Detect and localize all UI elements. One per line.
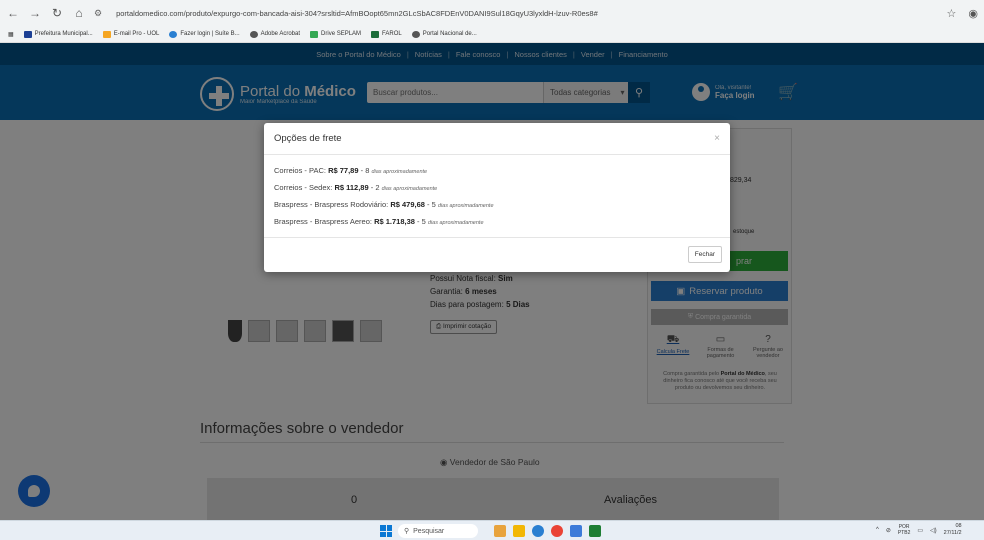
bookmark-favicon-icon — [371, 30, 380, 38]
taskbar-apps — [494, 525, 601, 537]
reload-icon[interactable]: ↻ — [50, 6, 64, 20]
shipping-option: Correios - Sedex: R$ 112,89 - 2 dias apr… — [274, 183, 438, 192]
os-taskbar: ⚲ Pesquisar ^ ⊘ POR PTB2 ▭ ◁) 08 27/11/2 — [0, 520, 984, 540]
network-icon[interactable]: ⊘ — [886, 527, 891, 534]
edge-icon[interactable] — [532, 525, 544, 537]
shipping-option: Correios - PAC: R$ 77,89 - 8 dias aproxi… — [274, 166, 428, 175]
bookmark-favicon-icon — [102, 30, 111, 38]
site-info-icon[interactable]: ⚙ — [94, 8, 102, 19]
bookmark-favicon-icon — [310, 30, 319, 38]
taskbar-search[interactable]: ⚲ Pesquisar — [398, 524, 478, 538]
clock[interactable]: 08 27/11/2 — [944, 523, 962, 537]
display-icon[interactable]: ▭ — [917, 527, 923, 534]
bookmark-favicon-icon — [411, 30, 420, 38]
bookmark-favicon-icon — [23, 30, 32, 38]
excel-icon[interactable] — [589, 525, 601, 537]
store-icon[interactable] — [570, 525, 582, 537]
shipping-option: Braspress - Braspress Aereo: R$ 1.718,38… — [274, 217, 484, 226]
chevron-up-icon[interactable]: ^ — [876, 527, 879, 533]
bookmark-favicon-icon — [249, 30, 258, 38]
back-arrow-icon[interactable]: ← — [6, 6, 20, 20]
bookmark-item[interactable]: Fazer login | Suíte B... — [169, 30, 240, 38]
volume-icon[interactable]: ◁) — [930, 527, 937, 534]
bookmark-item[interactable]: Drive SEPLAM — [310, 30, 361, 38]
modal-body: Correios - PAC: R$ 77,89 - 8 dias aproxi… — [264, 155, 730, 238]
bookmark-item[interactable]: Prefeitura Municipal... — [23, 30, 93, 38]
chrome-icon[interactable] — [551, 525, 563, 537]
windows-start-icon[interactable] — [380, 525, 392, 537]
app-widget-icon[interactable] — [494, 525, 506, 537]
home-icon[interactable]: ⌂ — [72, 6, 86, 20]
profile-icon[interactable]: ◉ — [968, 7, 978, 20]
bookmark-item[interactable]: FAROL — [371, 30, 402, 38]
bookmarks-bar: ▦ Prefeitura Municipal... E-mail Pro - U… — [0, 26, 984, 43]
file-explorer-icon[interactable] — [513, 525, 525, 537]
bookmark-favicon-icon — [169, 30, 178, 38]
close-icon[interactable]: × — [714, 133, 720, 144]
modal-header: Opções de frete × — [264, 123, 730, 155]
star-icon[interactable]: ☆ — [947, 7, 957, 20]
search-icon: ⚲ — [404, 528, 410, 535]
language-indicator[interactable]: POR PTB2 — [898, 524, 911, 536]
shipping-option: Braspress - Braspress Rodoviário: R$ 479… — [274, 200, 494, 209]
shipping-options-modal: Opções de frete × Correios - PAC: R$ 77,… — [264, 123, 730, 272]
bookmark-item[interactable]: Adobe Acrobat — [249, 30, 300, 38]
address-bar[interactable]: portaldomedico.com/produto/expurgo-com-b… — [116, 9, 938, 18]
modal-backdrop[interactable] — [0, 43, 984, 520]
modal-title: Opções de frete — [274, 133, 342, 144]
apps-icon[interactable]: ▦ — [8, 31, 14, 38]
browser-toolbar: ← → ↻ ⌂ ⚙ portaldomedico.com/produto/exp… — [0, 0, 984, 26]
bookmark-item[interactable]: E-mail Pro - UOL — [102, 30, 159, 38]
modal-footer: Fechar — [264, 238, 730, 271]
bookmark-item[interactable]: Portal Nacional de... — [411, 30, 477, 38]
close-button[interactable]: Fechar — [687, 246, 722, 263]
forward-arrow-icon[interactable]: → — [28, 6, 42, 20]
system-tray: ^ ⊘ POR PTB2 ▭ ◁) 08 27/11/2 — [876, 523, 962, 537]
